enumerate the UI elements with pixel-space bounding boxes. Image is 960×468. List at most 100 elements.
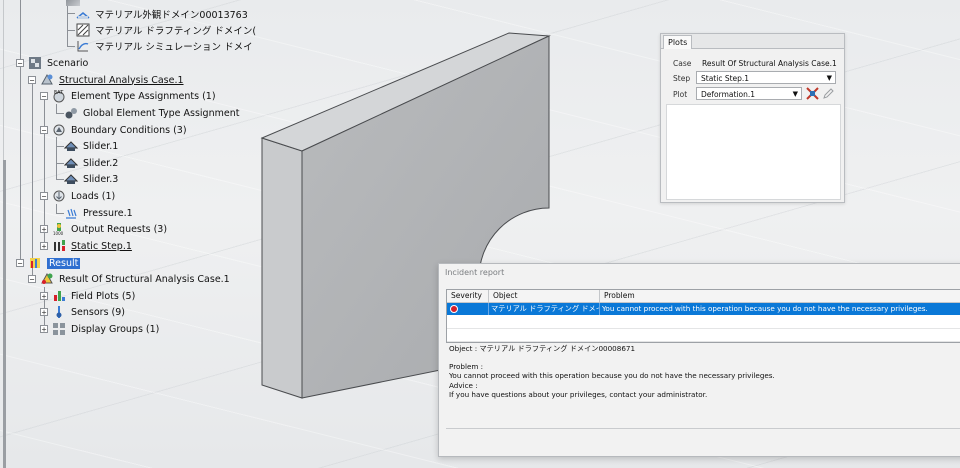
loads-icon xyxy=(53,190,65,202)
table-row[interactable]: マテリアル ドラフティング ドメイン000... You cannot proc… xyxy=(447,303,960,315)
tree-node-slider-2[interactable]: Slider.2 xyxy=(64,155,118,171)
expand-toggle[interactable]: + xyxy=(40,325,48,334)
result-case-icon xyxy=(41,272,53,284)
tree-node-material-appearance[interactable]: マテリアル外観ドメイン00013763 xyxy=(76,6,248,22)
plot-label: Plot xyxy=(673,89,688,99)
field-plots-icon xyxy=(54,291,65,301)
problem-cell: You cannot proceed with this operation b… xyxy=(602,304,928,313)
output-requests-icon: 1000 xyxy=(53,223,64,236)
step-dropdown[interactable]: Static Step.1 ▼ xyxy=(696,71,836,84)
problem-text: You cannot proceed with this operation b… xyxy=(449,371,775,380)
collapse-toggle[interactable]: − xyxy=(16,259,24,268)
empty-row xyxy=(447,316,960,329)
tree-node-field-plots[interactable]: + Field Plots (5) xyxy=(40,288,135,304)
slider-icon xyxy=(64,141,78,151)
tree-node-label: Element Type Assignments (1) xyxy=(71,90,216,102)
tree-node-label: Field Plots (5) xyxy=(71,290,136,302)
advice-heading: Advice : xyxy=(449,380,478,390)
slider-icon xyxy=(64,158,78,168)
expand-toggle[interactable]: + xyxy=(40,242,48,251)
collapse-toggle[interactable]: − xyxy=(16,59,24,68)
material-appearance-icon xyxy=(76,12,90,19)
step-label: Step xyxy=(673,73,691,83)
plot-row: Plot xyxy=(673,87,696,101)
column-header-problem[interactable]: Problem xyxy=(600,290,960,302)
collapse-toggle[interactable]: − xyxy=(40,92,48,101)
tree-node-label: Global Element Type Assignment xyxy=(83,107,240,119)
tree-node-slider-1[interactable]: Slider.1 xyxy=(64,138,118,154)
incident-details: Object : マテリアル ドラフティング ドメイン00008671 Prob… xyxy=(449,344,775,400)
tree-node-label: Slider.3 xyxy=(83,173,119,185)
tree-node-material-simulation[interactable]: マテリアル シミュレーション ドメイ xyxy=(76,38,253,54)
collapse-toggle[interactable]: − xyxy=(28,76,36,85)
tree-node-material-drafting[interactable]: マテリアル ドラフティング ドメイン( xyxy=(76,22,256,38)
analysis-case-icon xyxy=(41,73,53,85)
incident-report-dialog: Incident report Severity Object Problem … xyxy=(438,263,960,457)
tree-node-label: Result Of Structural Analysis Case.1 xyxy=(59,273,230,285)
tree-node-scenario[interactable]: − Scenario xyxy=(16,55,88,71)
expand-toggle[interactable]: + xyxy=(40,308,48,317)
severity-cell xyxy=(447,303,489,315)
material-drafting-icon xyxy=(76,23,90,37)
edit-plot-button[interactable] xyxy=(822,87,835,100)
tree-node-loads[interactable]: − Loads (1) xyxy=(40,188,115,204)
global-element-icon xyxy=(65,108,77,119)
pencil-icon xyxy=(823,88,834,99)
static-step-icon xyxy=(54,240,65,251)
plot-tool-icon xyxy=(806,87,819,100)
tree-node-boundary-conditions[interactable]: − Boundary Conditions (3) xyxy=(40,122,187,138)
empty-row xyxy=(447,329,960,342)
chevron-down-icon: ▼ xyxy=(792,90,798,98)
case-label: Case xyxy=(673,58,692,68)
element-type-icon: EAT xyxy=(53,90,65,103)
tab-plots[interactable]: Plots xyxy=(663,35,693,49)
tree-node-label: Slider.1 xyxy=(83,140,119,152)
svg-text:EAT: EAT xyxy=(54,90,64,96)
plots-tabbar: Plots xyxy=(661,34,844,49)
tree-node-label: マテリアル シミュレーション ドメイ xyxy=(95,42,253,53)
tree-node-label: Structural Analysis Case.1 xyxy=(59,74,184,86)
object-line: Object : マテリアル ドラフティング ドメイン00008671 xyxy=(449,344,636,353)
error-icon xyxy=(450,305,458,313)
tree-node-slider-3[interactable]: Slider.3 xyxy=(64,171,118,187)
tree-node-result[interactable]: − Result xyxy=(16,255,81,271)
boundary-conditions-icon xyxy=(53,124,65,136)
object-cell: マテリアル ドラフティング ドメイン000... xyxy=(489,303,600,315)
tree-node-label: Sensors (9) xyxy=(71,306,125,318)
step-value: Static Step.1 xyxy=(701,74,750,83)
expand-toggle[interactable]: + xyxy=(40,292,48,301)
column-header-object[interactable]: Object xyxy=(489,290,600,302)
expand-toggle[interactable]: + xyxy=(40,225,48,234)
tree-node-global-element-type[interactable]: Global Element Type Assignment xyxy=(64,105,239,121)
plot-settings-button[interactable] xyxy=(806,87,819,100)
tree-node-display-groups[interactable]: + Display Groups (1) xyxy=(40,321,159,337)
collapse-toggle[interactable]: − xyxy=(40,192,48,201)
tree-node-label: Boundary Conditions (3) xyxy=(71,124,187,136)
collapse-toggle[interactable]: − xyxy=(40,126,48,135)
case-value: Result Of Structural Analysis Case.1 xyxy=(702,58,837,68)
plot-dropdown[interactable]: Deformation.1 ▼ xyxy=(696,87,802,100)
tree-node-static-step[interactable]: + Static Step.1 xyxy=(40,238,132,254)
specification-tree: マテリアル外観ドメイン00013763 マテリアル ドラフティング ドメイン( … xyxy=(0,0,260,340)
advice-text: If you have questions about your privile… xyxy=(449,390,708,399)
plots-panel: Plots Case Result Of Structural Analysis… xyxy=(660,33,845,203)
dialog-title: Incident report xyxy=(445,268,505,277)
tree-node-label: マテリアル外観ドメイン00013763 xyxy=(95,10,248,21)
case-row: Case Result Of Structural Analysis Case.… xyxy=(673,56,837,70)
tree-node-result-of-case[interactable]: − Result Of Structural Analysis Case.1 xyxy=(28,271,230,287)
tree-node-output-requests[interactable]: + 1000 Output Requests (3) xyxy=(40,221,167,237)
scenario-icon xyxy=(29,57,41,69)
slider-icon xyxy=(64,174,78,184)
tree-node-pressure[interactable]: Pressure.1 xyxy=(64,205,133,221)
tree-node-sensors[interactable]: + Sensors (9) xyxy=(40,304,125,320)
tree-node-element-type-assignments[interactable]: − EAT Element Type Assignments (1) xyxy=(40,88,216,104)
tree-node-label: Static Step.1 xyxy=(71,240,132,252)
result-icon xyxy=(30,258,40,268)
divider xyxy=(446,428,960,429)
collapse-toggle[interactable]: − xyxy=(28,275,36,284)
pressure-icon xyxy=(66,208,77,219)
problem-heading: Problem : xyxy=(449,361,484,371)
column-header-severity[interactable]: Severity xyxy=(447,290,489,302)
tree-node-structural-analysis-case[interactable]: − Structural Analysis Case.1 xyxy=(28,72,184,88)
tree-node-label: Display Groups (1) xyxy=(71,323,160,335)
